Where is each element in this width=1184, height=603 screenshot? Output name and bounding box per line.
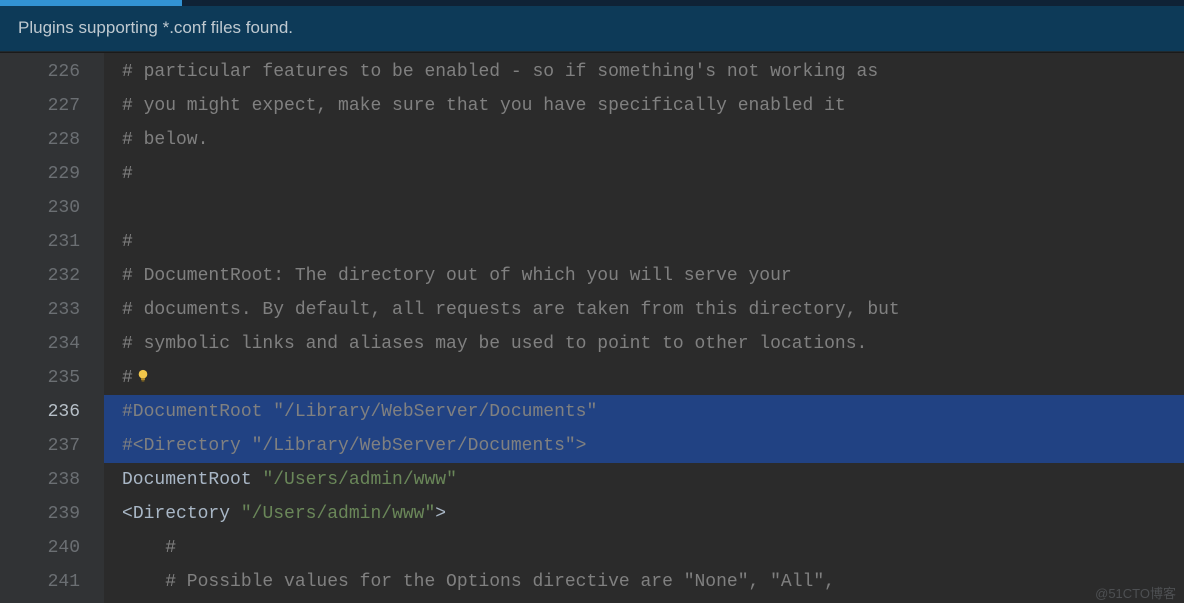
line-number[interactable]: 230 xyxy=(0,191,80,225)
line-number[interactable]: 241 xyxy=(0,565,80,599)
line-number[interactable]: 229 xyxy=(0,157,80,191)
line-number[interactable]: 231 xyxy=(0,225,80,259)
code-line[interactable]: #DocumentRoot "/Library/WebServer/Docume… xyxy=(104,395,1184,429)
line-number[interactable]: 235 xyxy=(0,361,80,395)
tag-arg: "/Users/admin/www" xyxy=(241,504,435,524)
code-line[interactable]: <Directory "/Users/admin/www"> xyxy=(104,497,1184,531)
code-line[interactable]: # xyxy=(104,157,1184,191)
comment-text: #<Directory "/Library/WebServer/Document… xyxy=(122,436,586,456)
line-number[interactable]: 232 xyxy=(0,259,80,293)
notification-text: Plugins supporting *.conf files found. xyxy=(18,18,293,37)
code-line[interactable]: # particular features to be enabled - so… xyxy=(104,55,1184,89)
code-line[interactable]: # xyxy=(104,531,1184,565)
intention-bulb-icon[interactable] xyxy=(135,368,151,384)
code-editor[interactable]: 2262272282292302312322332342352362372382… xyxy=(0,53,1184,603)
comment-text: # Possible values for the Options direct… xyxy=(122,572,835,592)
line-number[interactable]: 236 xyxy=(0,395,80,429)
comment-text: #DocumentRoot "/Library/WebServer/Docume… xyxy=(122,402,597,422)
line-number[interactable]: 238 xyxy=(0,463,80,497)
comment-text: # xyxy=(122,232,133,252)
directive-value: "/Users/admin/www" xyxy=(262,470,456,490)
line-number[interactable]: 234 xyxy=(0,327,80,361)
directive-key: DocumentRoot xyxy=(122,470,262,490)
comment-text: # documents. By default, all requests ar… xyxy=(122,300,900,320)
tag-open: < xyxy=(122,504,133,524)
comment-text: # symbolic links and aliases may be used… xyxy=(122,334,867,354)
tag-name: Directory xyxy=(133,504,230,524)
code-line[interactable]: # DocumentRoot: The directory out of whi… xyxy=(104,259,1184,293)
code-line[interactable] xyxy=(104,191,1184,225)
line-number[interactable]: 240 xyxy=(0,531,80,565)
line-number[interactable]: 233 xyxy=(0,293,80,327)
notification-banner[interactable]: Plugins supporting *.conf files found. xyxy=(0,6,1184,52)
code-line[interactable]: DocumentRoot "/Users/admin/www" xyxy=(104,463,1184,497)
code-line[interactable]: # you might expect, make sure that you h… xyxy=(104,89,1184,123)
blank-line xyxy=(122,198,133,218)
line-number[interactable]: 227 xyxy=(0,89,80,123)
code-line[interactable]: # Possible values for the Options direct… xyxy=(104,565,1184,599)
line-number-gutter[interactable]: 2262272282292302312322332342352362372382… xyxy=(0,53,104,603)
code-line[interactable]: # xyxy=(104,225,1184,259)
code-line[interactable]: # xyxy=(104,361,1184,395)
code-line[interactable]: # symbolic links and aliases may be used… xyxy=(104,327,1184,361)
comment-text: # below. xyxy=(122,130,208,150)
progress-bar xyxy=(0,0,1184,6)
comment-text: # xyxy=(122,368,133,388)
comment-text: # xyxy=(122,538,176,558)
code-line[interactable]: # below. xyxy=(104,123,1184,157)
comment-text: # DocumentRoot: The directory out of whi… xyxy=(122,266,792,286)
comment-text: # xyxy=(122,164,133,184)
code-line[interactable]: #<Directory "/Library/WebServer/Document… xyxy=(104,429,1184,463)
code-area[interactable]: # particular features to be enabled - so… xyxy=(104,53,1184,603)
line-number[interactable]: 239 xyxy=(0,497,80,531)
line-number[interactable]: 237 xyxy=(0,429,80,463)
comment-text: # particular features to be enabled - so… xyxy=(122,62,878,82)
line-number[interactable]: 226 xyxy=(0,55,80,89)
code-line[interactable]: # documents. By default, all requests ar… xyxy=(104,293,1184,327)
comment-text: # you might expect, make sure that you h… xyxy=(122,96,846,116)
progress-bar-fill xyxy=(0,0,182,6)
line-number[interactable]: 228 xyxy=(0,123,80,157)
